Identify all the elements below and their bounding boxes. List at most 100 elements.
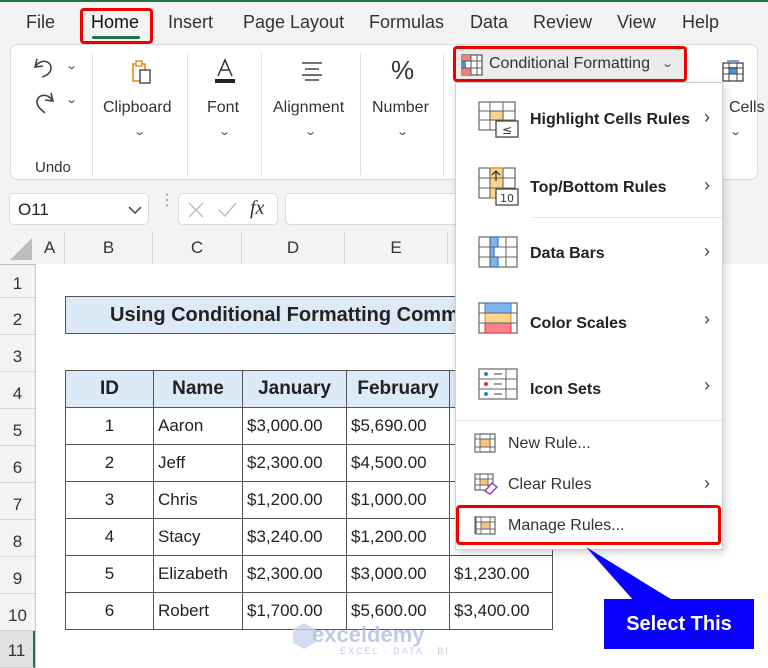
cell-id[interactable]: 3	[65, 481, 154, 519]
clipboard-expand-icon[interactable]: ⌄	[133, 125, 146, 138]
menu-item-color-scales[interactable]: Color Scales ›	[456, 285, 722, 351]
cell-name[interactable]: Jeff	[153, 444, 243, 482]
row-header-6[interactable]: 6	[0, 446, 35, 483]
cell-january[interactable]: $2,300.00	[242, 555, 347, 593]
menu-divider	[533, 217, 722, 218]
alignment-group-label[interactable]: Alignment	[273, 99, 344, 117]
conditional-formatting-button[interactable]: Conditional Formatting ⌄	[453, 46, 687, 82]
undo-icon[interactable]	[31, 55, 57, 81]
menu-item-new-rule[interactable]: New Rule...	[456, 423, 722, 463]
new-rule-icon	[474, 433, 496, 453]
tab-insert[interactable]: Insert	[168, 12, 213, 33]
cell-name[interactable]: Aaron	[153, 407, 243, 445]
insert-function-icon[interactable]: fx	[250, 197, 264, 220]
cell-march[interactable]: $3,400.00	[449, 592, 553, 630]
row-header-9[interactable]: 9	[0, 557, 35, 594]
name-box[interactable]: O11	[9, 193, 149, 225]
cells-expand-icon[interactable]: ⌄	[729, 125, 742, 138]
header-cell-january[interactable]: January	[242, 370, 347, 408]
select-all-icon[interactable]	[10, 238, 32, 260]
menu-item-label: Data Bars	[530, 245, 605, 262]
clipboard-icon[interactable]	[130, 59, 154, 85]
group-divider	[187, 53, 188, 175]
number-group-label[interactable]: Number	[372, 99, 429, 117]
cell-january[interactable]: $1,200.00	[242, 481, 347, 519]
clear-rules-icon	[474, 473, 498, 495]
undo-group-label: Undo	[35, 159, 71, 176]
number-expand-icon[interactable]: ⌄	[396, 125, 409, 138]
clipboard-group-label[interactable]: Clipboard	[103, 99, 171, 117]
row-header-11-active[interactable]: 11	[0, 631, 35, 668]
menu-divider	[456, 420, 722, 421]
header-cell-id[interactable]: ID	[65, 370, 154, 408]
cell-id[interactable]: 6	[65, 592, 154, 630]
cell-february[interactable]: $5,690.00	[346, 407, 450, 445]
enter-check-icon[interactable]	[217, 202, 237, 218]
cell-id[interactable]: 4	[65, 518, 154, 556]
redo-dropdown-icon[interactable]: ⌄	[65, 93, 78, 106]
tab-page-layout[interactable]: Page Layout	[243, 12, 344, 33]
cancel-icon[interactable]	[187, 202, 205, 218]
formula-input[interactable]	[285, 193, 465, 225]
cell-march[interactable]: $1,230.00	[449, 555, 553, 593]
row-header-2[interactable]: 2	[0, 298, 35, 335]
chevron-down-icon[interactable]	[128, 205, 142, 215]
tab-review[interactable]: Review	[533, 12, 592, 33]
row-header-7[interactable]: 7	[0, 483, 35, 520]
column-header-c[interactable]: C	[153, 232, 242, 264]
column-header-e[interactable]: E	[345, 232, 448, 264]
tab-data[interactable]: Data	[470, 12, 508, 33]
column-header-b[interactable]: B	[65, 232, 153, 264]
menu-item-clear-rules[interactable]: Clear Rules ›	[456, 463, 722, 505]
cell-february[interactable]: $3,000.00	[346, 555, 450, 593]
align-icon[interactable]	[300, 61, 324, 81]
undo-dropdown-icon[interactable]: ⌄	[65, 59, 78, 72]
font-color-icon[interactable]	[213, 57, 237, 85]
tab-formulas[interactable]: Formulas	[369, 12, 444, 33]
font-expand-icon[interactable]: ⌄	[218, 125, 231, 138]
sheet-title-cell[interactable]: Using Conditional Formatting Comm	[65, 296, 460, 334]
menu-item-icon-sets[interactable]: Icon Sets ›	[456, 351, 722, 419]
cell-id[interactable]: 1	[65, 407, 154, 445]
alignment-expand-icon[interactable]: ⌄	[304, 125, 317, 138]
row-header-5[interactable]: 5	[0, 409, 35, 446]
cells-group-label[interactable]: Cells	[729, 99, 765, 117]
tab-file[interactable]: File	[26, 12, 55, 33]
menu-item-highlight-cells-rules[interactable]: ≤ Highlight Cells Rules ›	[456, 83, 722, 151]
row-header-1[interactable]: 1	[0, 265, 35, 298]
menu-item-label: Icon Sets	[530, 381, 602, 398]
column-header-d[interactable]: D	[242, 232, 345, 264]
cell-february[interactable]: $4,500.00	[346, 444, 450, 482]
cell-january[interactable]: $3,000.00	[242, 407, 347, 445]
menu-item-data-bars[interactable]: Data Bars ›	[456, 219, 722, 285]
cell-id[interactable]: 2	[65, 444, 154, 482]
cell-february[interactable]: $1,200.00	[346, 518, 450, 556]
header-cell-february[interactable]: February	[346, 370, 450, 408]
row-header-4[interactable]: 4	[0, 372, 35, 409]
cell-id[interactable]: 5	[65, 555, 154, 593]
cell-name[interactable]: Stacy	[153, 518, 243, 556]
formula-bar-grip-icon[interactable]: ⋮	[159, 193, 175, 209]
redo-icon[interactable]	[31, 89, 57, 115]
cell-name[interactable]: Chris	[153, 481, 243, 519]
row-header-10[interactable]: 10	[0, 594, 35, 631]
row-header-3[interactable]: 3	[0, 335, 35, 372]
cell-name[interactable]: Robert	[153, 592, 243, 630]
header-cell-name[interactable]: Name	[153, 370, 243, 408]
row-header-8[interactable]: 8	[0, 520, 35, 557]
color-scales-icon	[478, 302, 518, 334]
callout-pointer	[586, 547, 674, 601]
cell-february[interactable]: $1,000.00	[346, 481, 450, 519]
font-group-label[interactable]: Font	[207, 99, 239, 117]
cell-january[interactable]: $3,240.00	[242, 518, 347, 556]
column-header-a[interactable]: A	[35, 232, 65, 264]
menu-item-top-bottom-rules[interactable]: 10 Top/Bottom Rules ›	[456, 151, 722, 217]
cells-icon[interactable]	[721, 59, 745, 83]
manage-rules-highlight	[456, 505, 721, 545]
cell-january[interactable]: $2,300.00	[242, 444, 347, 482]
tab-help[interactable]: Help	[682, 12, 719, 33]
table-row: 5 Elizabeth $2,300.00 $3,000.00 $1,230.0…	[65, 555, 553, 593]
tab-view[interactable]: View	[617, 12, 656, 33]
percent-icon[interactable]: %	[391, 55, 414, 86]
cell-name[interactable]: Elizabeth	[153, 555, 243, 593]
